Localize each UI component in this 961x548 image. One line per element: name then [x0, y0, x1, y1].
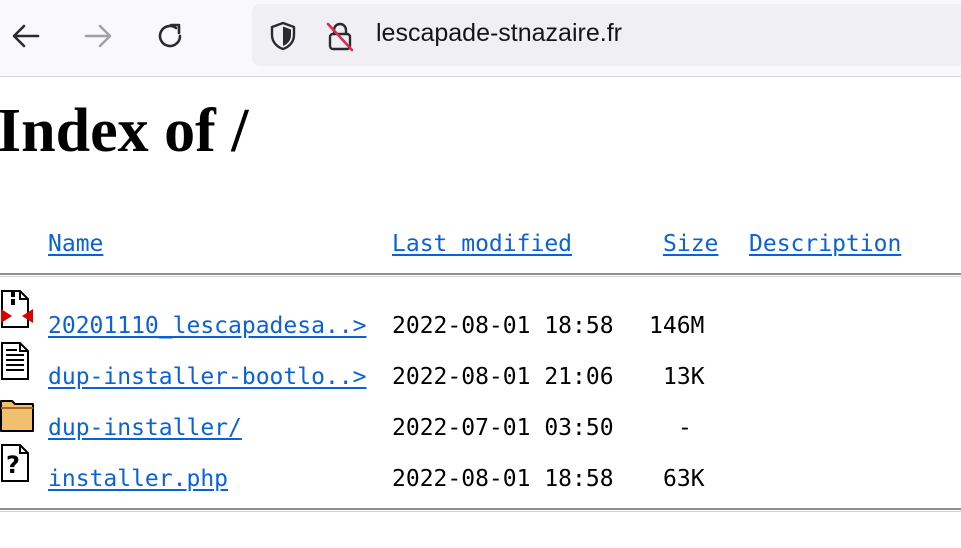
file-link[interactable]: dup-installer-bootlo..>	[48, 364, 367, 390]
folder-icon	[0, 400, 34, 432]
footer-divider	[0, 508, 961, 512]
browser-toolbar: lescapade-stnazaire.fr	[0, 0, 961, 77]
column-header-description[interactable]: Description	[749, 231, 901, 257]
last-modified-cell: 2022-08-01 18:58	[392, 313, 614, 339]
file-link[interactable]: installer.php	[48, 466, 228, 492]
file-link[interactable]: 20201110_lescapadesa..>	[48, 313, 367, 339]
size-cell: 146M	[649, 313, 705, 339]
page-title: Index of /	[0, 97, 249, 165]
address-bar[interactable]: lescapade-stnazaire.fr	[252, 4, 961, 66]
size-cell: 13K	[663, 364, 705, 390]
archive-icon	[1, 290, 33, 328]
arrow-right-icon	[84, 24, 112, 48]
unknown-file-icon: ?	[1, 444, 29, 482]
text-file-icon	[1, 342, 29, 380]
column-header-size[interactable]: Size	[663, 231, 718, 257]
size-cell: -	[678, 415, 692, 441]
forward-button[interactable]	[78, 16, 118, 56]
arrow-left-icon	[12, 24, 40, 48]
last-modified-cell: 2022-08-01 21:06	[392, 364, 614, 390]
url-text[interactable]: lescapade-stnazaire.fr	[376, 19, 622, 48]
column-header-name[interactable]: Name	[48, 231, 103, 257]
last-modified-cell: 2022-07-01 03:50	[392, 415, 614, 441]
folder-link[interactable]: dup-installer/	[48, 415, 242, 441]
insecure-lock-icon[interactable]	[324, 20, 356, 52]
reload-button[interactable]	[150, 16, 190, 56]
back-button[interactable]	[6, 16, 46, 56]
reload-icon	[158, 23, 182, 48]
last-modified-cell: 2022-08-01 18:58	[392, 466, 614, 492]
size-cell: 63K	[663, 466, 705, 492]
svg-text:?: ?	[6, 451, 20, 479]
column-header-last-modified[interactable]: Last modified	[392, 231, 572, 257]
header-divider	[0, 273, 961, 277]
directory-listing-page: Index of / Name Last modified Size Descr…	[0, 77, 961, 548]
tracking-protection-shield-icon[interactable]	[267, 20, 299, 52]
